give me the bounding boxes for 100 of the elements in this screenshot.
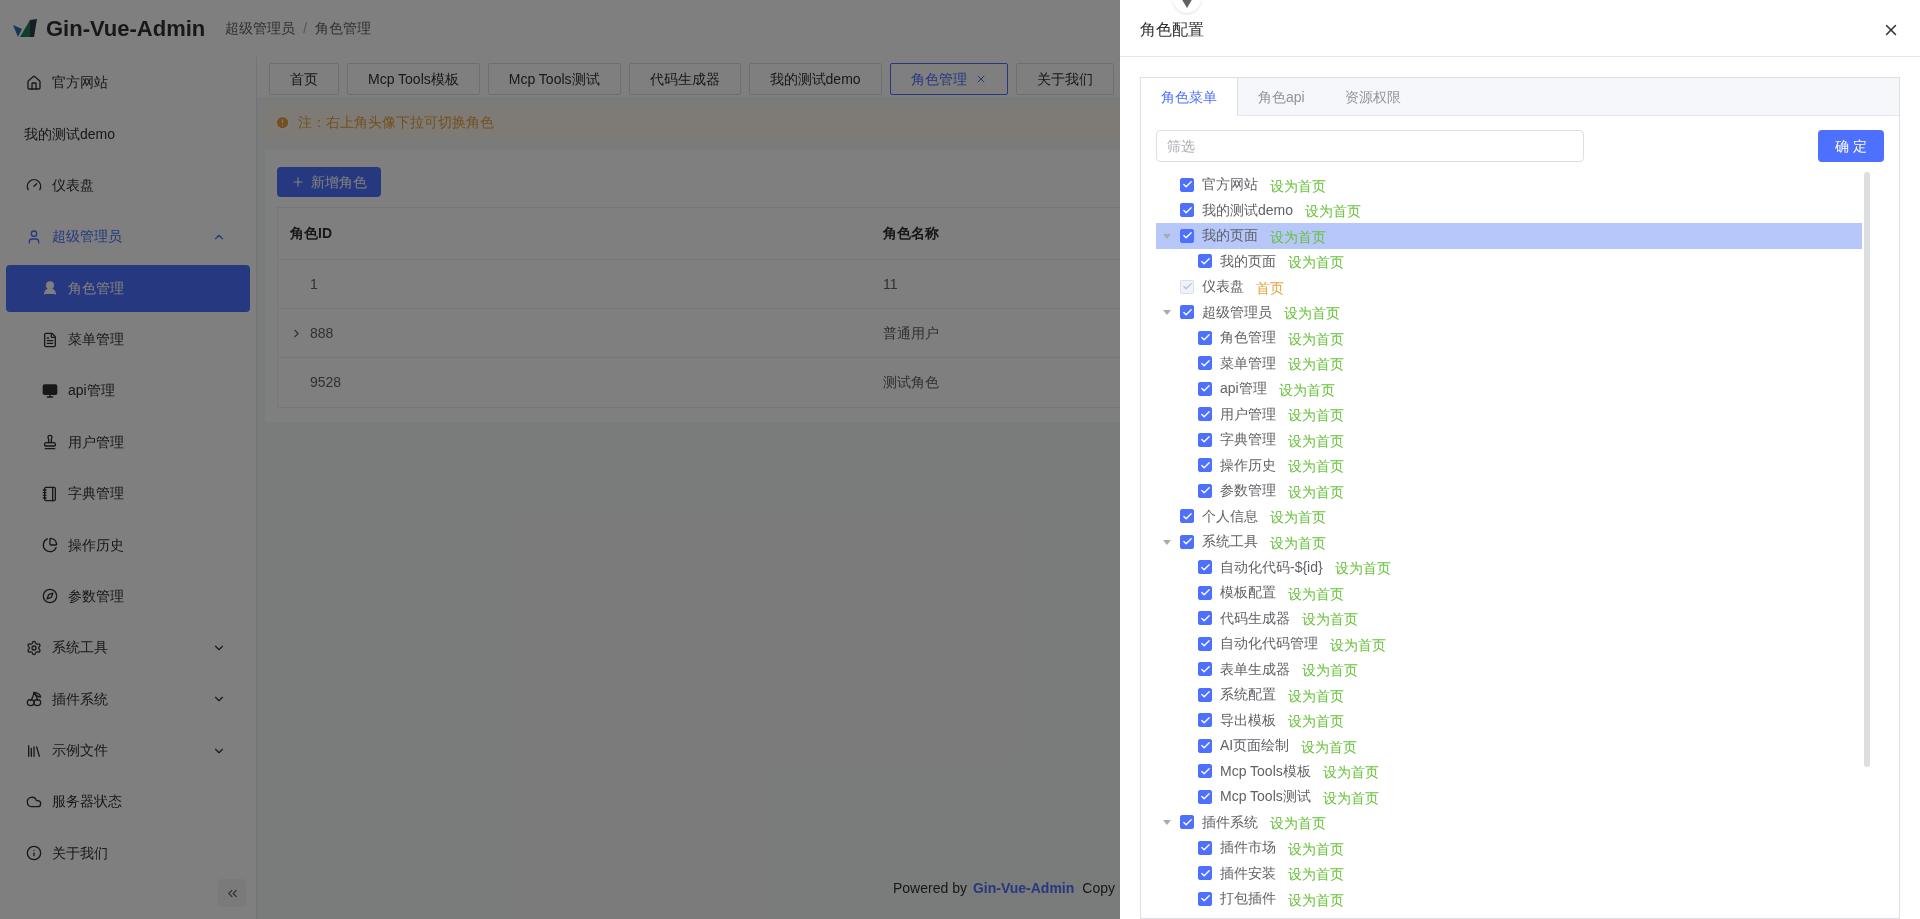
tree-row[interactable]: 插件市场 设为首页 (1156, 835, 1862, 861)
tree-row[interactable]: 打包插件 设为首页 (1156, 886, 1862, 912)
checkbox[interactable] (1180, 815, 1194, 830)
set-home-link[interactable]: 设为首页 (1288, 864, 1344, 886)
tree-row[interactable]: 我的页面 设为首页 (1156, 223, 1862, 249)
checkbox[interactable] (1198, 254, 1212, 269)
sidebar-item[interactable]: api管理 (6, 367, 250, 415)
page-tab[interactable]: 我的测试demo (748, 63, 882, 95)
checkbox[interactable] (1198, 738, 1212, 753)
set-home-link[interactable]: 设为首页 (1270, 532, 1326, 554)
sidebar-item[interactable]: 官方网站 (6, 59, 250, 107)
checkbox[interactable] (1198, 866, 1212, 881)
checkbox[interactable] (1198, 713, 1212, 728)
checkbox[interactable] (1180, 534, 1194, 549)
sidebar-item[interactable]: 超级管理员 (6, 213, 250, 261)
breadcrumb-item[interactable]: 超级管理员 (225, 18, 296, 39)
set-home-link[interactable]: 设为首页 (1288, 456, 1344, 478)
checkbox[interactable] (1198, 764, 1212, 779)
checkbox[interactable] (1180, 509, 1194, 524)
tree-row[interactable]: AI页面绘制 设为首页 (1156, 733, 1862, 759)
sidebar-item[interactable]: 参数管理 (6, 572, 250, 621)
checkbox[interactable] (1198, 483, 1212, 498)
checkbox[interactable] (1198, 356, 1212, 371)
set-home-link[interactable]: 设为首页 (1288, 354, 1344, 376)
checkbox[interactable] (1198, 381, 1212, 396)
sidebar-item[interactable]: 用户管理 (6, 418, 250, 466)
breadcrumb-item[interactable]: 角色管理 (315, 18, 372, 39)
checkbox[interactable] (1180, 305, 1194, 320)
tree-row[interactable]: 个人信息 设为首页 (1156, 503, 1862, 529)
set-home-link[interactable]: 设为首页 (1270, 175, 1326, 197)
checkbox[interactable] (1198, 585, 1212, 600)
tree-row[interactable]: 参数管理 设为首页 (1156, 478, 1862, 504)
checkbox[interactable] (1180, 203, 1194, 218)
config-tab[interactable]: 资源权限 (1324, 78, 1421, 116)
tree-row[interactable]: 模板配置 设为首页 (1156, 580, 1862, 606)
checkbox[interactable] (1198, 611, 1212, 626)
page-tab[interactable]: 代码生成器 (628, 63, 741, 95)
tree-row[interactable]: 我的页面 设为首页 (1156, 248, 1862, 274)
set-home-link[interactable]: 设为首页 (1288, 711, 1344, 733)
tree-row[interactable]: 我的测试demo 设为首页 (1156, 197, 1862, 223)
filter-field[interactable]: 筛选 (1156, 130, 1584, 162)
tree-row[interactable]: 用户管理 设为首页 (1156, 401, 1862, 427)
checkbox[interactable] (1198, 432, 1212, 447)
checkbox[interactable] (1198, 636, 1212, 651)
page-tab[interactable]: 首页 (269, 63, 339, 95)
tree-row[interactable]: 表单生成器 设为首页 (1156, 656, 1862, 682)
set-home-link[interactable]: 设为首页 (1288, 252, 1344, 274)
set-home-link[interactable]: 设为首页 (1288, 583, 1344, 605)
set-home-link[interactable]: 设为首页 (1288, 481, 1344, 503)
tree-row[interactable]: 导出模板 设为首页 (1156, 707, 1862, 733)
config-tab[interactable]: 角色菜单 (1141, 78, 1238, 116)
checkbox[interactable] (1198, 662, 1212, 677)
page-tab[interactable]: 角色管理 (889, 63, 1008, 95)
sidebar-item[interactable]: 关于我们 (6, 829, 250, 877)
sidebar-item[interactable]: 仪表盘 (6, 161, 250, 210)
tree-row[interactable]: 插件安装 设为首页 (1156, 860, 1862, 886)
checkbox[interactable] (1198, 560, 1212, 575)
page-tab[interactable]: 关于我们 (1015, 63, 1114, 95)
set-home-link[interactable]: 设为首页 (1302, 660, 1358, 682)
sidebar-item[interactable]: 系统工具 (6, 624, 250, 672)
checkbox[interactable] (1180, 177, 1194, 192)
set-home-link[interactable]: 设为首页 (1302, 609, 1358, 631)
tree-row[interactable]: 代码生成器 设为首页 (1156, 605, 1862, 631)
sidebar-item[interactable]: 插件系统 (6, 675, 250, 723)
checkbox[interactable] (1198, 458, 1212, 473)
scrollbar[interactable] (1864, 172, 1870, 767)
page-tab[interactable]: Mcp Tools测试 (487, 63, 621, 95)
set-home-link[interactable]: 设为首页 (1270, 507, 1326, 529)
set-home-link[interactable]: 设为首页 (1288, 838, 1344, 860)
set-home-link[interactable]: 设为首页 (1288, 889, 1344, 911)
sidebar-item[interactable]: 字典管理 (6, 470, 250, 518)
sidebar-item[interactable]: 角色管理 (6, 264, 250, 312)
sidebar-item[interactable]: 菜单管理 (6, 315, 250, 364)
tree-row[interactable]: 系统工具 设为首页 (1156, 529, 1862, 555)
set-home-link[interactable]: 设为首页 (1270, 813, 1326, 835)
checkbox[interactable] (1198, 789, 1212, 804)
tree-row[interactable]: 自动化代码管理 设为首页 (1156, 631, 1862, 657)
confirm-button[interactable]: 确 定 (1818, 130, 1884, 162)
checkbox[interactable] (1198, 330, 1212, 345)
checkbox[interactable] (1198, 840, 1212, 855)
checkbox[interactable] (1180, 228, 1194, 243)
tree-row[interactable]: Mcp Tools测试 设为首页 (1156, 784, 1862, 810)
set-home-link[interactable]: 设为首页 (1288, 685, 1344, 707)
set-home-link[interactable]: 设为首页 (1301, 736, 1358, 758)
checkbox[interactable] (1198, 891, 1212, 906)
set-home-link[interactable]: 设为首页 (1330, 634, 1386, 656)
tree-row[interactable]: 系统配置 设为首页 (1156, 682, 1862, 708)
checkbox[interactable] (1198, 407, 1212, 422)
tree-row[interactable]: 字典管理 设为首页 (1156, 427, 1862, 453)
checkbox[interactable] (1198, 687, 1212, 702)
set-home-link[interactable]: 设为首页 (1284, 303, 1340, 325)
config-tab[interactable]: 角色api (1238, 78, 1325, 116)
tree-row[interactable]: 超级管理员 设为首页 (1156, 299, 1862, 325)
set-home-link[interactable]: 设为首页 (1305, 201, 1362, 223)
tree-row[interactable]: Mcp Tools模板 设为首页 (1156, 758, 1862, 784)
sidebar-item[interactable]: 示例文件 (6, 726, 250, 775)
page-tab[interactable]: Mcp Tools模板 (347, 63, 480, 95)
add-role-button[interactable]: 新增角色 (277, 167, 381, 197)
set-home-link[interactable]: 设为首页 (1322, 787, 1379, 809)
tree-row[interactable]: 操作历史 设为首页 (1156, 452, 1862, 478)
